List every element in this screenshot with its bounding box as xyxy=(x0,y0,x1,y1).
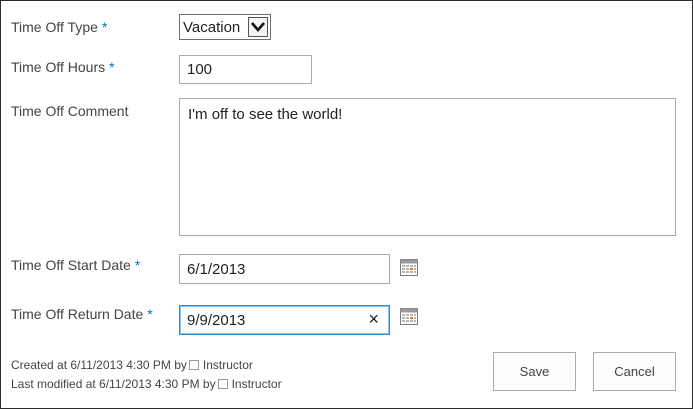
modified-user-link[interactable]: Instructor xyxy=(232,377,282,391)
edit-form: Time Off Type * Vacation Time Off Hours * … xyxy=(0,0,693,409)
presence-checkbox-icon xyxy=(188,360,199,370)
required-marker: * xyxy=(147,306,153,322)
time-off-hours-label: Time Off Hours * xyxy=(11,59,115,75)
clear-icon[interactable]: × xyxy=(368,310,379,328)
presence-checkbox-icon xyxy=(217,379,228,389)
time-off-comment-label: Time Off Comment xyxy=(11,103,128,119)
time-off-type-value: Vacation xyxy=(183,18,241,36)
created-text: Created at 6/11/2013 4:30 PM by xyxy=(11,358,187,372)
cancel-button[interactable]: Cancel xyxy=(593,352,676,391)
chevron-down-icon[interactable] xyxy=(248,17,268,37)
time-off-comment-textarea[interactable]: I'm off to see the world! xyxy=(179,98,676,236)
time-off-type-label: Time Off Type * xyxy=(11,19,107,35)
time-off-comment-label-text: Time Off Comment xyxy=(11,103,129,119)
time-off-start-date-label-text: Time Off Start Date xyxy=(11,257,131,273)
time-off-return-date-label-text: Time Off Return Date xyxy=(11,306,144,322)
created-info: Created at 6/11/2013 4:30 PM by Instructo… xyxy=(11,358,253,372)
time-off-start-date-label: Time Off Start Date * xyxy=(11,257,140,273)
calendar-icon[interactable] xyxy=(400,308,418,325)
required-marker: * xyxy=(134,257,141,273)
time-off-return-date-input[interactable]: 9/9/2013 × xyxy=(179,305,390,335)
time-off-hours-label-text: Time Off Hours xyxy=(11,59,106,75)
time-off-start-date-input[interactable]: 6/1/2013 xyxy=(179,254,390,284)
calendar-icon[interactable] xyxy=(400,259,418,276)
time-off-type-select[interactable]: Vacation xyxy=(179,14,271,40)
time-off-type-label-text: Time Off Type xyxy=(11,19,98,35)
time-off-start-date-value: 6/1/2013 xyxy=(187,260,246,278)
created-user-link[interactable]: Instructor xyxy=(203,358,253,372)
required-marker: * xyxy=(109,59,115,75)
time-off-return-date-label: Time Off Return Date * xyxy=(11,306,153,322)
time-off-comment-value: I'm off to see the world! xyxy=(188,106,343,123)
time-off-hours-value: 100 xyxy=(187,61,213,78)
time-off-return-date-value: 9/9/2013 xyxy=(187,311,246,329)
modified-text: Last modified at 6/11/2013 4:30 PM by xyxy=(11,377,216,391)
required-marker: * xyxy=(101,19,108,35)
modified-info: Last modified at 6/11/2013 4:30 PM by Ins… xyxy=(11,377,282,391)
time-off-hours-input[interactable]: 100 xyxy=(179,55,312,84)
save-button[interactable]: Save xyxy=(493,352,576,391)
